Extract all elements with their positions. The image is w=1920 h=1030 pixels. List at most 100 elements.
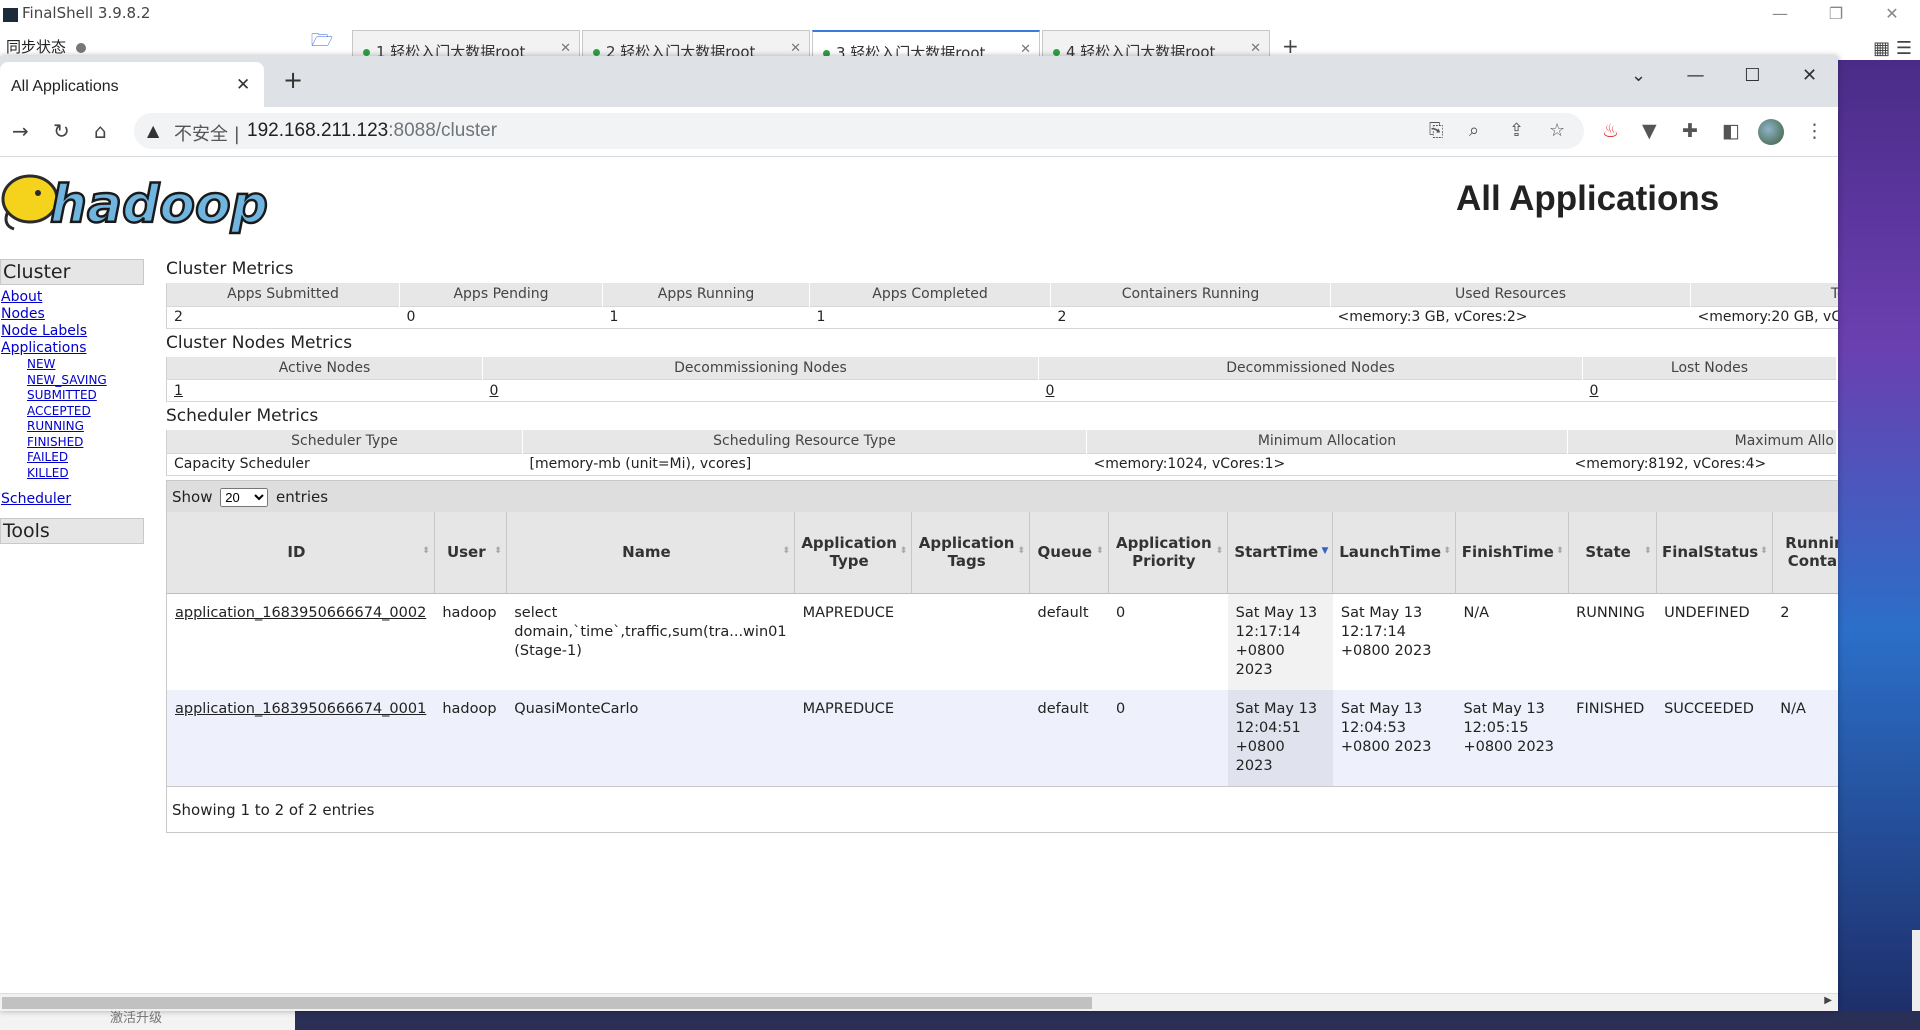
table-length-control: Show 20 entries [167,480,1838,512]
new-tab-icon[interactable]: + [283,66,303,94]
session-tab-1[interactable]: 1 轻松入门大数据root ✕ [352,30,580,58]
page-content: hadoop All Applications Cluster About No… [0,157,1838,993]
cell-queue: default [1029,690,1109,786]
decommissioning-nodes-link[interactable]: 0 [490,383,499,399]
side-panel-icon[interactable]: ◧ [1722,120,1740,142]
layout-grid-icon[interactable]: ▦ ☰ [1873,38,1912,59]
state-link-finished[interactable]: FINISHED [27,435,144,451]
scrollbar-thumb[interactable] [2,997,1092,1009]
session-tab-3[interactable]: 3 轻松入门大数据root ✕ [812,30,1040,58]
column-header-label: FinishTime [1461,543,1554,562]
column-header-user[interactable]: User ⬍ [434,511,507,594]
minimize-icon[interactable]: — [1752,0,1808,30]
column-header-state[interactable]: State ⬍ [1568,511,1657,594]
extensions-puzzle-icon[interactable]: ✚ [1682,120,1698,142]
sidebar-link-node-labels[interactable]: Node Labels [1,323,144,340]
share-icon[interactable]: ⇪ [1509,120,1524,141]
horizontal-scrollbar[interactable]: ▶ [0,993,1838,1011]
restore-icon[interactable]: ❐ [1808,0,1864,30]
add-session-icon[interactable]: + [1272,34,1309,58]
metric-header: Apps Running [602,283,810,306]
sort-icon: ⬍ [1095,545,1104,556]
sync-status: 同步状态 [6,36,87,57]
sidebar-link-scheduler[interactable]: Scheduler [1,491,144,508]
metric-header: Apps Submitted [166,283,400,306]
column-header-name[interactable]: Name ⬍ [506,511,796,594]
column-header-final-status[interactable]: FinalStatus ⬍ [1656,511,1773,594]
sidebar-link-applications[interactable]: Applications [1,340,144,357]
state-link-failed[interactable]: FAILED [27,450,144,466]
bookmark-star-icon[interactable]: ☆ [1549,120,1565,141]
profile-avatar[interactable] [1758,119,1784,145]
session-tab-2[interactable]: 2 轻松入门大数据root ✕ [582,30,810,58]
state-link-submitted[interactable]: SUBMITTED [27,388,144,404]
column-header-running-containers[interactable]: Running Contain [1772,511,1838,594]
state-link-new-saving[interactable]: NEW_SAVING [27,373,144,389]
state-link-new[interactable]: NEW [27,357,144,373]
close-tab-icon[interactable]: ✕ [236,75,250,95]
metric-value: 0 [1582,379,1837,402]
metric-header: Maximum Allo [1567,430,1837,453]
extension-v-icon[interactable]: ▼ [1642,120,1657,142]
translate-icon[interactable]: ⎘ [1429,120,1443,141]
column-header-launch-time[interactable]: LaunchTime ⬍ [1332,511,1456,594]
maximize-icon[interactable]: ☐ [1724,56,1781,96]
close-tab-icon[interactable]: ✕ [1250,41,1261,56]
minimize-icon[interactable]: — [1667,56,1724,96]
desktop-background [1838,60,1920,1030]
state-link-killed[interactable]: KILLED [27,466,144,482]
finalshell-bottom-bar: 激活升级 [0,1011,1920,1030]
entries-select[interactable]: 20 [220,487,269,507]
security-label[interactable]: 不安全 | [174,120,240,146]
home-icon[interactable]: ⌂ [94,119,107,143]
tab-search-icon[interactable]: ⌄ [1610,56,1667,96]
active-nodes-link[interactable]: 1 [174,383,183,399]
browser-tab[interactable]: All Applications ✕ [0,62,264,107]
column-header-application-priority[interactable]: Application Priority ⬍ [1108,511,1229,594]
column-header-application-type[interactable]: Application Type ⬍ [794,511,913,594]
zoom-icon[interactable]: ⌕ [1469,120,1479,141]
close-icon[interactable]: ✕ [1864,0,1920,30]
menu-kebab-icon[interactable]: ⋮ [1805,120,1824,142]
reload-icon[interactable]: ↻ [53,119,70,143]
column-header-label: Application Tags [918,534,1015,571]
column-header-finish-time[interactable]: FinishTime ⬍ [1455,511,1569,594]
forward-icon[interactable]: → [12,119,29,143]
scroll-right-icon[interactable]: ▶ [1824,995,1832,1006]
hadoop-logo-text: hadoop [50,175,268,235]
metric-value: Capacity Scheduler [166,452,523,476]
extension-red-icon[interactable]: ♨ [1602,120,1619,142]
scheduler-metrics-table: Scheduler Type Scheduling Resource Type … [166,430,1837,476]
warning-icon[interactable]: ▲ [147,121,159,140]
cell-start-time: Sat May 13 12:04:51 +0800 2023 [1227,690,1333,786]
application-id-link[interactable]: application_1683950666674_0002 [175,605,426,621]
metric-value: <memory:1024, vCores:1> [1086,452,1568,476]
state-link-accepted[interactable]: ACCEPTED [27,404,144,420]
cell-running-containers: N/A [1772,690,1838,786]
sort-descending-icon: ▼ [1321,545,1329,556]
column-header-queue[interactable]: Queue ⬍ [1029,511,1109,594]
column-header-id[interactable]: ID ⬍ [167,511,435,594]
metric-value: <memory:8192, vCores:4> [1567,452,1837,476]
close-icon[interactable]: ✕ [1781,56,1838,96]
state-link-running[interactable]: RUNNING [27,419,144,435]
sidebar-link-about[interactable]: About [1,289,144,306]
security-label-text: 不安全 [174,124,228,145]
application-id-link[interactable]: application_1683950666674_0001 [175,701,426,717]
sidebar-tools-header[interactable]: Tools [0,518,144,544]
lost-nodes-link[interactable]: 0 [1590,383,1599,399]
url-text[interactable]: 192.168.211.123:8088/cluster [247,120,497,142]
connected-dot-icon [363,49,370,56]
column-header-application-tags[interactable]: Application Tags ⬍ [911,511,1030,594]
decommissioned-nodes-link[interactable]: 0 [1046,383,1055,399]
sidebar-cluster-header[interactable]: Cluster [0,259,144,285]
close-tab-icon[interactable]: ✕ [560,41,571,56]
folder-icon[interactable]: 🗁 [292,28,352,58]
sidebar-link-nodes[interactable]: Nodes [1,306,144,323]
close-tab-icon[interactable]: ✕ [790,41,801,56]
sort-icon: ⬍ [899,545,908,556]
close-tab-icon[interactable]: ✕ [1020,42,1031,57]
session-tab-4[interactable]: 4 轻松入门大数据root ✕ [1042,30,1270,58]
column-header-start-time[interactable]: StartTime ▼ [1227,511,1334,594]
address-bar[interactable]: ▲ 不安全 | 192.168.211.123:8088/cluster ⎘ ⌕… [134,113,1584,149]
